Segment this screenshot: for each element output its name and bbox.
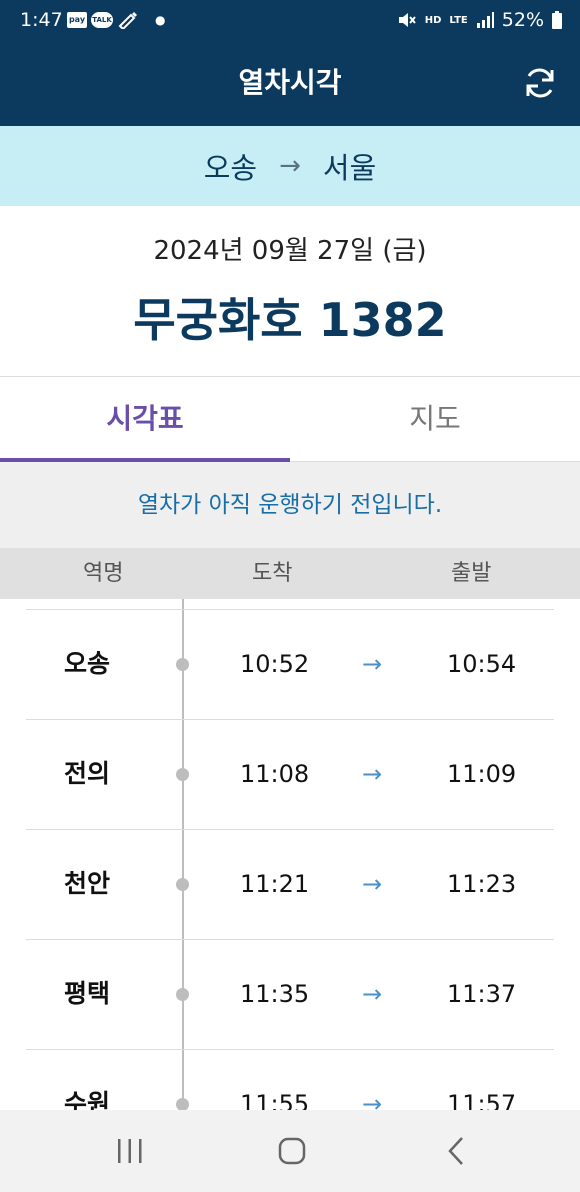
train-name: 무궁화호 1382 — [133, 293, 447, 347]
signal-icon — [476, 12, 494, 28]
more-notifications-icon: ● — [155, 13, 166, 27]
arrow-right-icon: → — [362, 760, 383, 788]
back-icon — [448, 1137, 463, 1165]
header-departure: 출발 — [451, 561, 492, 586]
system-nav-bar — [0, 1110, 580, 1192]
pay-icon: pay — [67, 12, 87, 28]
station-name: 수원 — [64, 1089, 111, 1110]
arrival-time: 10:52 — [240, 650, 310, 678]
battery-icon — [552, 11, 562, 29]
arrow-right-icon: → — [362, 650, 383, 678]
departure-time: 11:37 — [447, 980, 517, 1008]
refresh-icon[interactable] — [522, 65, 558, 101]
battery-percent: 52% — [501, 9, 544, 31]
timeline-node — [176, 988, 189, 1001]
hd-voice-icon: HD — [424, 14, 442, 26]
table-row: 수원 11:55 → 11:57 — [0, 1049, 580, 1110]
station-name: 천안 — [64, 869, 111, 898]
edit-icon — [118, 12, 137, 29]
arrival-time: 11:35 — [240, 980, 310, 1008]
timeline-node — [176, 768, 189, 781]
departure-time: 11:09 — [447, 760, 517, 788]
mute-icon — [398, 13, 416, 27]
status-time: 1:47 — [20, 9, 63, 31]
table-row: 천안 11:21 → 11:23 — [0, 829, 580, 939]
station-name: 전의 — [64, 759, 111, 788]
route-from: 오송 — [203, 151, 258, 185]
home-button[interactable] — [252, 1110, 332, 1192]
header-station: 역명 — [83, 561, 124, 586]
station-name: 오송 — [64, 649, 111, 678]
arrival-time: 11:21 — [240, 870, 310, 898]
table-row: 전의 11:08 → 11:09 — [0, 719, 580, 829]
departure-time: 10:54 — [447, 650, 517, 678]
header-arrival: 도착 — [252, 561, 293, 586]
timeline-node — [176, 878, 189, 891]
route-bar: 오송 → 서울 — [0, 126, 580, 206]
talk-icon: TALK — [91, 12, 113, 28]
timetable-list[interactable]: 오송 10:52 → 10:54 전의 11:08 → 11:09 천안 11:… — [0, 599, 580, 1110]
train-info: 2024년 09월 27일 (금) 무궁화호 1382 — [0, 206, 580, 376]
timeline-node — [176, 658, 189, 671]
status-bar: 1:47 pay TALK ● HD LTE 52% — [0, 0, 580, 40]
page-title: 열차시각 — [238, 66, 342, 99]
table-header: 역명 도착 출발 — [0, 548, 580, 599]
tab-bar: 시각표 지도 — [0, 376, 580, 462]
status-notice: 열차가 아직 운행하기 전입니다. — [0, 462, 580, 548]
route-to: 서울 — [322, 151, 377, 185]
station-name: 평택 — [64, 979, 111, 1008]
arrow-right-icon: → — [362, 870, 383, 898]
travel-date: 2024년 09월 27일 (금) — [153, 236, 427, 266]
table-row: 평택 11:35 → 11:37 — [0, 939, 580, 1049]
arrow-right-icon: → — [362, 980, 383, 1008]
back-button[interactable] — [416, 1110, 496, 1192]
arrival-time: 11:55 — [240, 1090, 310, 1110]
notification-icons: pay TALK ● — [67, 11, 165, 29]
recent-apps-button[interactable] — [90, 1110, 170, 1192]
recent-apps-icon — [118, 1139, 142, 1163]
departure-time: 11:57 — [447, 1090, 517, 1110]
home-icon — [278, 1137, 306, 1165]
lte-icon: LTE — [449, 14, 468, 26]
status-right: HD LTE 52% — [397, 9, 562, 31]
app-bar: 열차시각 — [0, 40, 580, 126]
arrival-time: 11:08 — [240, 760, 310, 788]
table-row: 오송 10:52 → 10:54 — [0, 609, 580, 719]
route-arrow-icon: → — [279, 151, 301, 181]
tab-map[interactable]: 지도 — [290, 377, 580, 461]
arrow-right-icon: → — [362, 1090, 383, 1110]
departure-time: 11:23 — [447, 870, 517, 898]
tab-timetable[interactable]: 시각표 — [0, 377, 290, 461]
timeline-node — [176, 1098, 189, 1110]
